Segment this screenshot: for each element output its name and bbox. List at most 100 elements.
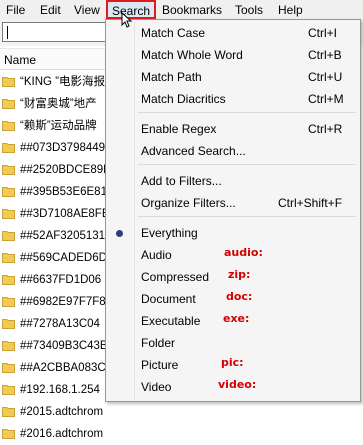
file-list-row[interactable]: “财富奥城”地产	[0, 93, 110, 115]
folder-icon	[2, 319, 15, 329]
folder-icon	[2, 407, 15, 417]
annotation-label: zip:	[228, 268, 251, 281]
menu-item-filter-everything[interactable]: Everything	[106, 222, 360, 244]
menu-item-label: Audio	[141, 248, 172, 262]
folder-icon	[2, 385, 15, 395]
file-name: ##073D3798449	[20, 142, 106, 154]
menu-item-label: Video	[141, 380, 172, 394]
file-name: ##A2CBBA083C	[20, 362, 106, 374]
file-name: “赖斯”运动品牌	[20, 120, 97, 132]
annotation-label: doc:	[226, 290, 253, 303]
menu-item-advanced-search[interactable]: Advanced Search...	[106, 140, 360, 162]
file-list-row[interactable]: #192.168.1.254	[0, 379, 110, 401]
file-list-row[interactable]: ##073D3798449	[0, 137, 110, 159]
folder-icon	[2, 231, 15, 241]
file-name: ##6982E97F7F8	[20, 296, 106, 308]
file-name: #192.168.1.254	[20, 384, 100, 396]
folder-icon	[2, 363, 15, 373]
menu-item-shortcut: Ctrl+Shift+F	[278, 196, 343, 210]
file-list-row[interactable]: #2015.adtchrom	[0, 401, 110, 423]
menu-item-shortcut: Ctrl+R	[308, 122, 343, 136]
menu-item-label: Everything	[141, 226, 198, 240]
file-list-row[interactable]: ##73409B3C43B	[0, 335, 110, 357]
menu-view[interactable]: View	[72, 2, 102, 18]
folder-icon	[2, 121, 15, 131]
file-name: #2016.adtchrom	[20, 428, 104, 440]
menu-item-organize-filters[interactable]: Organize Filters... Ctrl+Shift+F	[106, 192, 360, 214]
file-list-row[interactable]: ##A2CBBA083C	[0, 357, 110, 379]
menu-edit[interactable]: Edit	[38, 2, 63, 18]
menu-item-label: Enable Regex	[141, 122, 217, 136]
text-caret	[7, 26, 8, 39]
menu-item-label: Compressed	[141, 270, 210, 284]
folder-icon	[2, 429, 15, 439]
file-name: #2015.adtchrom	[20, 406, 104, 418]
search-input[interactable]	[2, 22, 110, 42]
file-name: ##395B53E6E81	[20, 186, 107, 198]
file-list-row[interactable]: ##52AF3205131	[0, 225, 110, 247]
menu-item-match-whole-word[interactable]: Match Whole Word Ctrl+B	[106, 44, 360, 66]
folder-icon	[2, 253, 15, 263]
menu-item-label: Match Path	[141, 70, 202, 84]
folder-icon	[2, 99, 15, 109]
menu-item-label: Picture	[141, 358, 179, 372]
file-list-row[interactable]: ##6637FD1D06	[0, 269, 110, 291]
menu-item-shortcut: Ctrl+M	[308, 92, 344, 106]
file-list-row[interactable]: ##2520BDCE89D	[0, 159, 110, 181]
file-name: ##7278A13C04	[20, 318, 100, 330]
file-name: ##52AF3205131	[20, 230, 106, 242]
menu-item-label: Add to Filters...	[141, 174, 222, 188]
file-list-row[interactable]: ##569CADED6D	[0, 247, 110, 269]
annotation-label: audio:	[224, 246, 263, 259]
folder-icon	[2, 187, 15, 197]
folder-icon	[2, 143, 15, 153]
annotation-label: video:	[218, 378, 257, 391]
menu-item-match-diacritics[interactable]: Match Diacritics Ctrl+M	[106, 88, 360, 110]
folder-icon	[2, 77, 15, 87]
folder-icon	[2, 165, 15, 175]
radio-bullet-icon	[116, 230, 123, 237]
menu-separator	[138, 112, 356, 113]
file-list-row[interactable]: ##7278A13C04	[0, 313, 110, 335]
menu-file[interactable]: File	[4, 2, 27, 18]
annotation-label: exe:	[223, 312, 250, 325]
menu-item-filter-folder[interactable]: Folder	[106, 332, 360, 354]
menu-item-label: Document	[141, 292, 196, 306]
folder-icon	[2, 297, 15, 307]
file-list-row[interactable]: ##395B53E6E81	[0, 181, 110, 203]
menu-item-label: Executable	[141, 314, 201, 328]
menu-item-shortcut: Ctrl+U	[308, 70, 343, 84]
menu-item-shortcut: Ctrl+I	[308, 26, 338, 40]
menu-item-label: Match Whole Word	[141, 48, 243, 62]
file-list-row[interactable]: “KING ”电影海报	[0, 71, 110, 93]
file-list: “KING ”电影海报 “财富奥城”地产 “赖斯”运动品牌 ##073D3798449…	[0, 71, 110, 445]
file-name: “财富奥城”地产	[20, 98, 97, 110]
menu-bookmarks[interactable]: Bookmarks	[160, 2, 224, 18]
menu-item-add-to-filters[interactable]: Add to Filters...	[106, 170, 360, 192]
menu-help[interactable]: Help	[276, 2, 305, 18]
annotation-label: pic:	[221, 356, 244, 369]
menu-item-label: Folder	[141, 336, 176, 350]
file-name: ##2520BDCE89D	[20, 164, 110, 176]
folder-icon	[2, 275, 15, 285]
file-list-row[interactable]: #2016.adtchrom	[0, 423, 110, 445]
file-list-row[interactable]: ##3D7108AE8FE	[0, 203, 110, 225]
file-list-row[interactable]: “赖斯”运动品牌	[0, 115, 110, 137]
menu-item-label: Match Case	[141, 26, 206, 40]
menu-item-label: Organize Filters...	[141, 196, 236, 210]
menu-tools[interactable]: Tools	[233, 2, 265, 18]
search-menu-dropdown: Match Case Ctrl+I Match Whole Word Ctrl+B Ma…	[105, 19, 361, 402]
file-list-row[interactable]: ##6982E97F7F8	[0, 291, 110, 313]
menu-separator	[138, 164, 356, 165]
menu-bar: File Edit View Search Bookmarks Tools He…	[0, 0, 363, 21]
menu-item-match-path[interactable]: Match Path Ctrl+U	[106, 66, 360, 88]
menu-item-match-case[interactable]: Match Case Ctrl+I	[106, 22, 360, 44]
menu-separator	[138, 216, 356, 217]
menu-item-label: Advanced Search...	[141, 144, 246, 158]
menu-item-label: Match Diacritics	[141, 92, 226, 106]
file-name: ##569CADED6D	[20, 252, 107, 264]
column-header-name[interactable]: Name	[0, 48, 110, 70]
file-name: ##73409B3C43B	[20, 340, 108, 352]
folder-icon	[2, 341, 15, 351]
menu-item-enable-regex[interactable]: Enable Regex Ctrl+R	[106, 118, 360, 140]
